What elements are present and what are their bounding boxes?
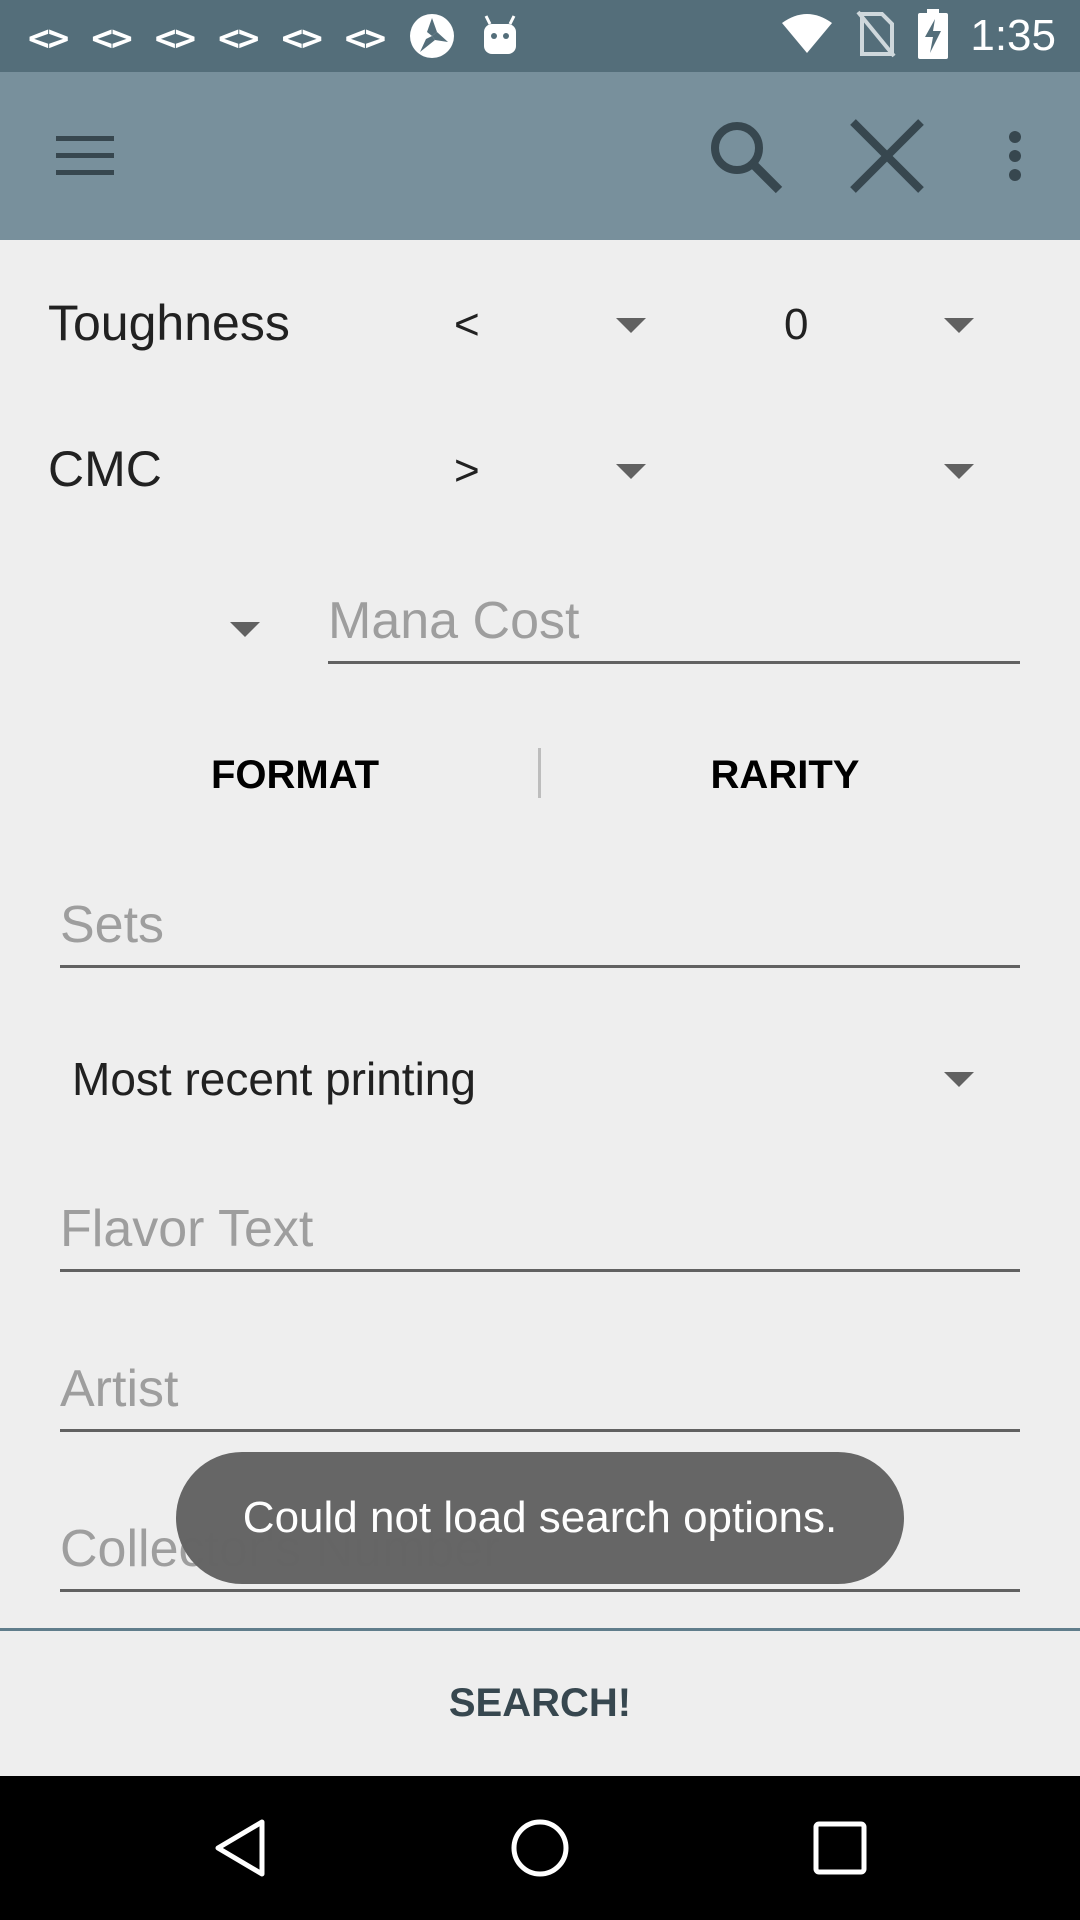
mana-cost-field[interactable]	[328, 574, 1020, 664]
wifi-icon	[780, 13, 834, 59]
code-icon: <>	[344, 17, 386, 59]
format-button[interactable]: FORMAT	[60, 730, 530, 820]
dropdown-arrow-icon	[616, 464, 646, 479]
spinner-value: 0	[784, 300, 809, 349]
aperture-icon	[408, 12, 456, 64]
mana-cost-input[interactable]	[328, 591, 1020, 651]
artist-field[interactable]	[60, 1342, 1020, 1432]
code-icon: <>	[218, 17, 259, 59]
back-icon[interactable]	[160, 1776, 320, 1920]
navigation-bar	[0, 1776, 1080, 1920]
notification-icons: <> <> <> <> <> <>	[28, 12, 520, 64]
system-icons: 1:35	[780, 8, 1056, 64]
status-bar: <> <> <> <> <> <> 1:35	[0, 0, 1080, 72]
spinner-value: <	[454, 300, 480, 349]
mana-cost-operator-spinner[interactable]	[60, 580, 270, 670]
app-bar	[0, 72, 1080, 240]
flavor-text-field[interactable]	[60, 1182, 1020, 1272]
dropdown-arrow-icon	[230, 622, 260, 637]
search-button[interactable]: SEARCH!	[0, 1631, 1080, 1776]
sets-field[interactable]	[60, 878, 1020, 968]
button-divider	[538, 748, 541, 798]
more-vert-icon[interactable]	[990, 72, 1040, 240]
dropdown-arrow-icon	[616, 318, 646, 333]
home-icon[interactable]	[460, 1776, 620, 1920]
no-sim-icon	[856, 10, 896, 62]
android-icon	[480, 14, 520, 62]
clock: 1:35	[970, 11, 1056, 60]
cmc-value-spinner[interactable]	[760, 426, 990, 516]
rarity-button[interactable]: RARITY	[550, 730, 1020, 820]
toughness-value-spinner[interactable]: 0	[760, 280, 990, 370]
sets-input[interactable]	[60, 895, 1020, 955]
artist-input[interactable]	[60, 1359, 1020, 1419]
flavor-text-input[interactable]	[60, 1199, 1020, 1259]
dropdown-arrow-icon	[944, 318, 974, 333]
search-icon[interactable]	[700, 72, 790, 240]
dropdown-arrow-icon	[944, 464, 974, 479]
code-icon: <>	[154, 17, 196, 59]
close-icon[interactable]	[842, 72, 932, 240]
toughness-label: Toughness	[48, 295, 290, 351]
toughness-operator-spinner[interactable]: <	[440, 280, 660, 370]
battery-charging-icon	[918, 9, 949, 63]
recents-icon[interactable]	[760, 1776, 920, 1920]
menu-icon[interactable]	[40, 72, 130, 240]
cmc-operator-spinner[interactable]: >	[440, 426, 660, 516]
dropdown-arrow-icon	[944, 1072, 974, 1087]
code-icon: <>	[28, 17, 69, 59]
code-icon: <>	[281, 17, 322, 59]
code-icon: <>	[91, 17, 132, 59]
cmc-label: CMC	[48, 441, 162, 497]
printing-spinner[interactable]: Most recent printing	[60, 1030, 990, 1126]
spinner-value: >	[454, 446, 480, 495]
spinner-value: Most recent printing	[72, 1053, 476, 1105]
toast-message: Could not load search options.	[176, 1452, 904, 1584]
